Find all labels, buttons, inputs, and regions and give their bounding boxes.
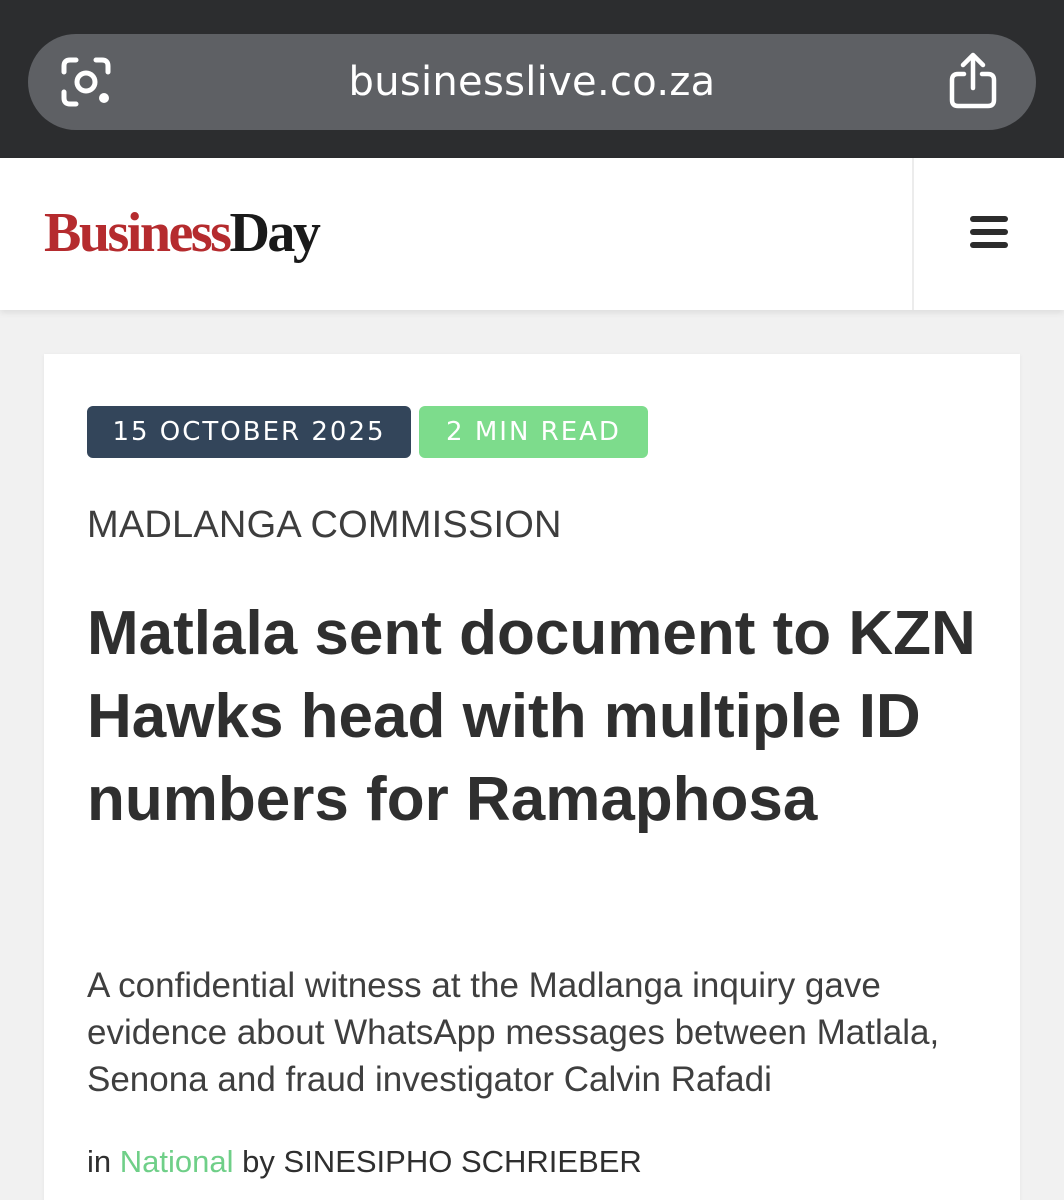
hamburger-menu-icon[interactable] xyxy=(970,216,1008,248)
logo-day-text: Day xyxy=(229,202,320,264)
address-bar[interactable]: businesslive.co.za xyxy=(28,34,1036,130)
share-icon[interactable] xyxy=(946,52,1000,110)
article-card: 15 OCTOBER 2025 2 MIN READ MADLANGA COMM… xyxy=(44,354,1020,1200)
browser-toolbar: businesslive.co.za xyxy=(0,0,1064,158)
byline-in-label: in xyxy=(87,1144,112,1179)
visual-lookup-icon[interactable] xyxy=(58,54,114,110)
section-label[interactable]: MADLANGA COMMISSION xyxy=(87,504,562,547)
menu-button[interactable] xyxy=(914,158,1064,310)
logo-business-text: Business xyxy=(44,202,232,264)
article-headline: Matlala sent document to KZN Hawks head … xyxy=(87,599,976,834)
site-header: BusinessDay xyxy=(0,158,1064,310)
byline: in National by SINESIPHO SCHRIEBER xyxy=(87,1144,642,1180)
date-badge: 15 OCTOBER 2025 xyxy=(87,406,411,458)
businessday-logo[interactable]: BusinessDay xyxy=(44,198,321,268)
byline-by-label: by xyxy=(242,1144,275,1179)
author-name[interactable]: SINESIPHO SCHRIEBER xyxy=(284,1144,642,1179)
category-link[interactable]: National xyxy=(120,1144,234,1179)
article-standfirst: A confidential witness at the Madlanga i… xyxy=(87,966,940,1099)
url-text[interactable]: businesslive.co.za xyxy=(28,34,1036,130)
read-time-badge: 2 MIN READ xyxy=(419,406,648,458)
